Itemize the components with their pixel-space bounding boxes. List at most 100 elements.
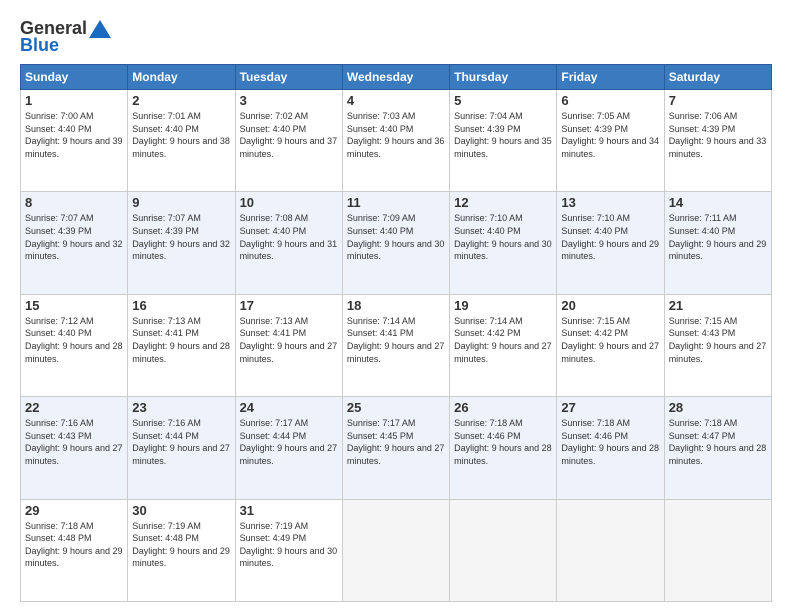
day-number: 5 — [454, 93, 552, 108]
calendar-cell: 18 Sunrise: 7:14 AMSunset: 4:41 PMDayligh… — [342, 294, 449, 396]
cell-info: Sunrise: 7:16 AMSunset: 4:44 PMDaylight:… — [132, 417, 230, 467]
day-number: 8 — [25, 195, 123, 210]
cell-info: Sunrise: 7:07 AMSunset: 4:39 PMDaylight:… — [132, 212, 230, 262]
day-number: 10 — [240, 195, 338, 210]
calendar-cell: 19Sunrise: 7:14 AMSunset: 4:42 PMDayligh… — [450, 294, 557, 396]
cell-info: Sunrise: 7:11 AMSunset: 4:40 PMDaylight:… — [669, 212, 767, 262]
day-number: 3 — [240, 93, 338, 108]
cell-info: Sunrise: 7:13 AMSunset: 4:41 PMDaylight:… — [240, 315, 338, 365]
weekday-header: Sunday — [21, 65, 128, 90]
cell-info: Sunrise: 7:12 AMSunset: 4:40 PMDaylight:… — [25, 315, 123, 365]
calendar-body: 1 Sunrise: 7:00 AMSunset: 4:40 PMDaylight… — [21, 90, 772, 602]
day-number: 12 — [454, 195, 552, 210]
calendar-cell: 9 Sunrise: 7:07 AMSunset: 4:39 PMDaylight… — [128, 192, 235, 294]
cell-info: Sunrise: 7:18 AMSunset: 4:46 PMDaylight:… — [561, 417, 659, 467]
calendar-cell: 21 Sunrise: 7:15 AMSunset: 4:43 PMDayligh… — [664, 294, 771, 396]
day-number: 27 — [561, 400, 659, 415]
day-number: 21 — [669, 298, 767, 313]
calendar-cell — [664, 499, 771, 601]
day-number: 16 — [132, 298, 230, 313]
cell-info: Sunrise: 7:08 AMSunset: 4:40 PMDaylight:… — [240, 212, 338, 262]
day-number: 24 — [240, 400, 338, 415]
day-number: 15 — [25, 298, 123, 313]
calendar-cell — [342, 499, 449, 601]
day-number: 19 — [454, 298, 552, 313]
day-number: 26 — [454, 400, 552, 415]
weekday-header: Wednesday — [342, 65, 449, 90]
day-number: 17 — [240, 298, 338, 313]
cell-info: Sunrise: 7:10 AMSunset: 4:40 PMDaylight:… — [561, 212, 659, 262]
calendar-cell: 23 Sunrise: 7:16 AMSunset: 4:44 PMDayligh… — [128, 397, 235, 499]
calendar-cell: 29Sunrise: 7:18 AMSunset: 4:48 PMDayligh… — [21, 499, 128, 601]
calendar-cell: 28 Sunrise: 7:18 AMSunset: 4:47 PMDayligh… — [664, 397, 771, 499]
calendar-cell: 8 Sunrise: 7:07 AMSunset: 4:39 PMDaylight… — [21, 192, 128, 294]
day-number: 25 — [347, 400, 445, 415]
cell-info: Sunrise: 7:19 AMSunset: 4:49 PMDaylight:… — [240, 520, 338, 570]
cell-info: Sunrise: 7:09 AMSunset: 4:40 PMDaylight:… — [347, 212, 445, 262]
calendar-cell: 24 Sunrise: 7:17 AMSunset: 4:44 PMDayligh… — [235, 397, 342, 499]
cell-info: Sunrise: 7:16 AMSunset: 4:43 PMDaylight:… — [25, 417, 123, 467]
day-number: 18 — [347, 298, 445, 313]
calendar-cell: 10 Sunrise: 7:08 AMSunset: 4:40 PMDayligh… — [235, 192, 342, 294]
day-number: 22 — [25, 400, 123, 415]
calendar-cell: 4 Sunrise: 7:03 AMSunset: 4:40 PMDaylight… — [342, 90, 449, 192]
page: General Blue SundayMondayTuesdayWednesda… — [0, 0, 792, 612]
cell-info: Sunrise: 7:15 AMSunset: 4:43 PMDaylight:… — [669, 315, 767, 365]
calendar-cell: 6 Sunrise: 7:05 AMSunset: 4:39 PMDaylight… — [557, 90, 664, 192]
cell-info: Sunrise: 7:14 AMSunset: 4:41 PMDaylight:… — [347, 315, 445, 365]
calendar-cell: 5 Sunrise: 7:04 AMSunset: 4:39 PMDaylight… — [450, 90, 557, 192]
calendar-cell: 3 Sunrise: 7:02 AMSunset: 4:40 PMDaylight… — [235, 90, 342, 192]
cell-info: Sunrise: 7:05 AMSunset: 4:39 PMDaylight:… — [561, 110, 659, 160]
calendar-cell: 31 Sunrise: 7:19 AMSunset: 4:49 PMDayligh… — [235, 499, 342, 601]
cell-info: Sunrise: 7:19 AMSunset: 4:48 PMDaylight:… — [132, 520, 230, 570]
day-number: 11 — [347, 195, 445, 210]
cell-info: Sunrise: 7:03 AMSunset: 4:40 PMDaylight:… — [347, 110, 445, 160]
cell-info: Sunrise: 7:18 AMSunset: 4:46 PMDaylight:… — [454, 417, 552, 467]
calendar-cell: 13 Sunrise: 7:10 AMSunset: 4:40 PMDayligh… — [557, 192, 664, 294]
day-number: 14 — [669, 195, 767, 210]
cell-info: Sunrise: 7:07 AMSunset: 4:39 PMDaylight:… — [25, 212, 123, 262]
cell-info: Sunrise: 7:17 AMSunset: 4:44 PMDaylight:… — [240, 417, 338, 467]
weekday-header: Friday — [557, 65, 664, 90]
day-number: 23 — [132, 400, 230, 415]
day-number: 30 — [132, 503, 230, 518]
calendar-cell: 30 Sunrise: 7:19 AMSunset: 4:48 PMDayligh… — [128, 499, 235, 601]
cell-info: Sunrise: 7:04 AMSunset: 4:39 PMDaylight:… — [454, 110, 552, 160]
calendar-cell: 17 Sunrise: 7:13 AMSunset: 4:41 PMDayligh… — [235, 294, 342, 396]
day-number: 31 — [240, 503, 338, 518]
day-number: 7 — [669, 93, 767, 108]
calendar-cell: 14 Sunrise: 7:11 AMSunset: 4:40 PMDayligh… — [664, 192, 771, 294]
calendar-cell: 1 Sunrise: 7:00 AMSunset: 4:40 PMDaylight… — [21, 90, 128, 192]
day-number: 6 — [561, 93, 659, 108]
cell-info: Sunrise: 7:00 AMSunset: 4:40 PMDaylight:… — [25, 110, 123, 160]
cell-info: Sunrise: 7:01 AMSunset: 4:40 PMDaylight:… — [132, 110, 230, 160]
day-number: 28 — [669, 400, 767, 415]
calendar-cell: 16 Sunrise: 7:13 AMSunset: 4:41 PMDayligh… — [128, 294, 235, 396]
calendar-table: SundayMondayTuesdayWednesdayThursdayFrid… — [20, 64, 772, 602]
cell-info: Sunrise: 7:06 AMSunset: 4:39 PMDaylight:… — [669, 110, 767, 160]
cell-info: Sunrise: 7:13 AMSunset: 4:41 PMDaylight:… — [132, 315, 230, 365]
calendar-cell — [557, 499, 664, 601]
day-number: 9 — [132, 195, 230, 210]
cell-info: Sunrise: 7:02 AMSunset: 4:40 PMDaylight:… — [240, 110, 338, 160]
calendar-cell: 20 Sunrise: 7:15 AMSunset: 4:42 PMDayligh… — [557, 294, 664, 396]
weekday-header: Thursday — [450, 65, 557, 90]
day-number: 2 — [132, 93, 230, 108]
day-number: 13 — [561, 195, 659, 210]
cell-info: Sunrise: 7:10 AMSunset: 4:40 PMDaylight:… — [454, 212, 552, 262]
logo-icon — [89, 20, 111, 38]
calendar-cell: 11 Sunrise: 7:09 AMSunset: 4:40 PMDayligh… — [342, 192, 449, 294]
day-number: 4 — [347, 93, 445, 108]
cell-info: Sunrise: 7:15 AMSunset: 4:42 PMDaylight:… — [561, 315, 659, 365]
calendar-cell: 15 Sunrise: 7:12 AMSunset: 4:40 PMDayligh… — [21, 294, 128, 396]
calendar-cell: 27 Sunrise: 7:18 AMSunset: 4:46 PMDayligh… — [557, 397, 664, 499]
logo: General Blue — [20, 18, 111, 56]
calendar-cell: 12 Sunrise: 7:10 AMSunset: 4:40 PMDayligh… — [450, 192, 557, 294]
weekday-header: Monday — [128, 65, 235, 90]
day-number: 1 — [25, 93, 123, 108]
cell-info: Sunrise: 7:17 AMSunset: 4:45 PMDaylight:… — [347, 417, 445, 467]
day-number: 20 — [561, 298, 659, 313]
calendar-cell: 26 Sunrise: 7:18 AMSunset: 4:46 PMDayligh… — [450, 397, 557, 499]
calendar-cell: 25 Sunrise: 7:17 AMSunset: 4:45 PMDayligh… — [342, 397, 449, 499]
cell-info: Sunrise: 7:18 AMSunset: 4:47 PMDaylight:… — [669, 417, 767, 467]
